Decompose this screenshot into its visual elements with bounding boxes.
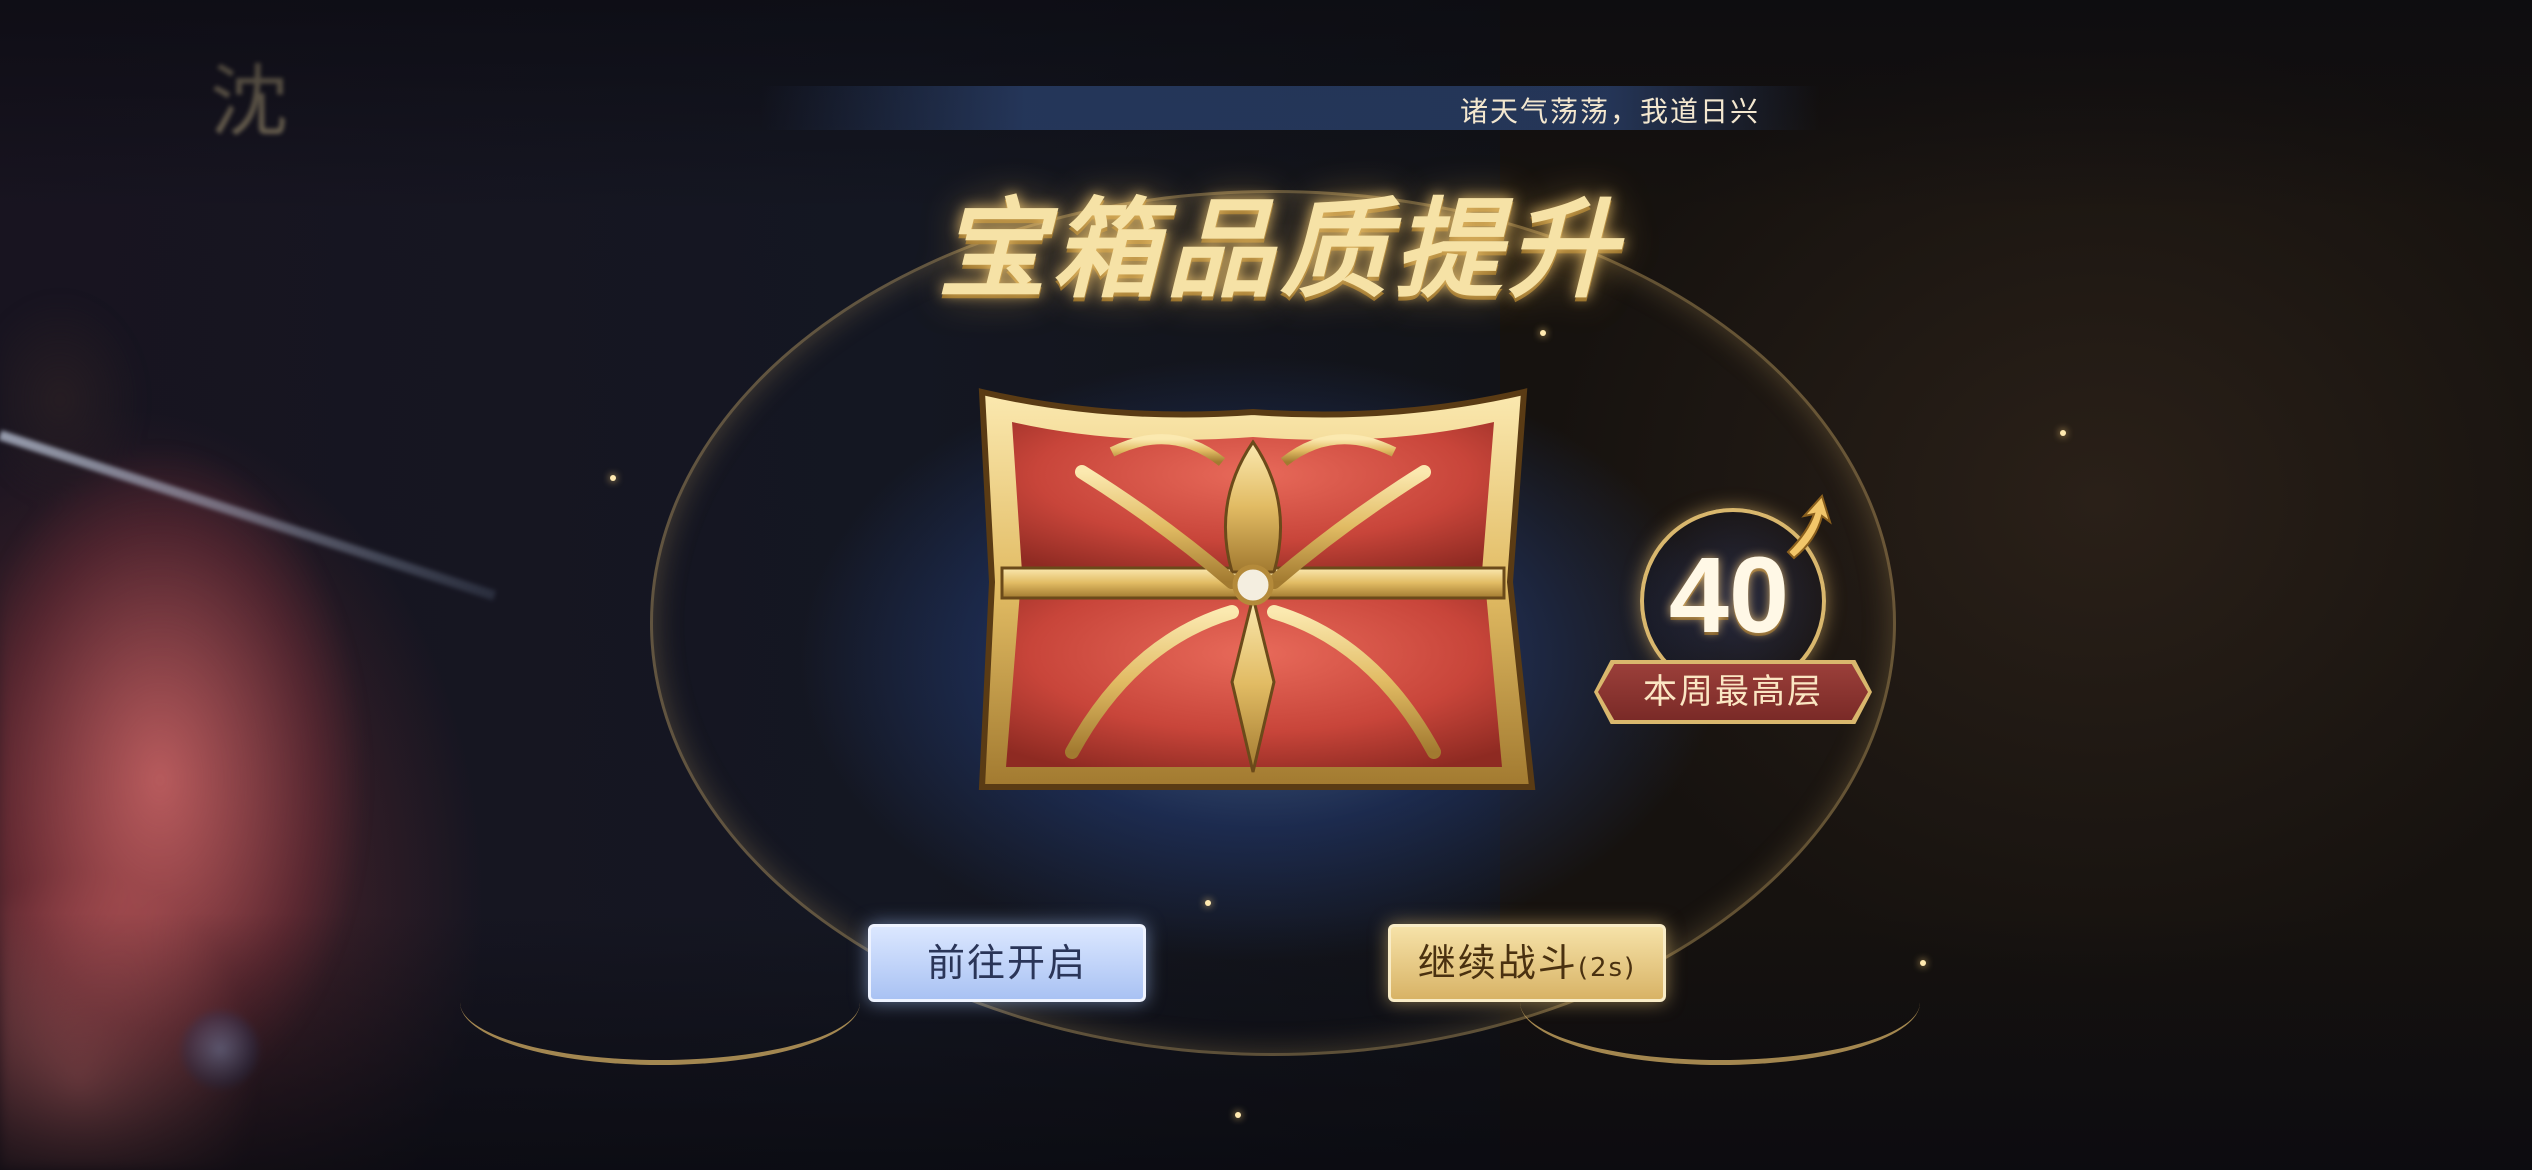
sparkle bbox=[1540, 330, 1546, 336]
slogan-banner: 诸天气荡荡，我道日兴 bbox=[760, 86, 1820, 130]
slogan-text: 诸天气荡荡，我道日兴 bbox=[1459, 95, 1760, 128]
highest-floor-label: 本周最高层 bbox=[1598, 664, 1868, 720]
sparkle bbox=[610, 475, 616, 481]
sparkle bbox=[1920, 960, 1926, 966]
go-open-button[interactable]: 前往开启 bbox=[868, 924, 1146, 1002]
sparkle bbox=[1205, 900, 1211, 906]
continue-battle-button[interactable]: 继续战斗(2s) bbox=[1388, 924, 1666, 1002]
sparkle bbox=[2060, 430, 2066, 436]
page-title: 宝箱品质提升 bbox=[937, 187, 1622, 313]
continue-battle-label: 继续战斗 bbox=[1417, 941, 1578, 985]
treasure-chest-icon bbox=[978, 388, 1536, 790]
decorative-swirl-left bbox=[460, 940, 860, 1065]
sparkle bbox=[1235, 1112, 1241, 1118]
continue-countdown: (2s) bbox=[1577, 953, 1637, 983]
highest-floor-number: 40 bbox=[1668, 534, 1790, 655]
